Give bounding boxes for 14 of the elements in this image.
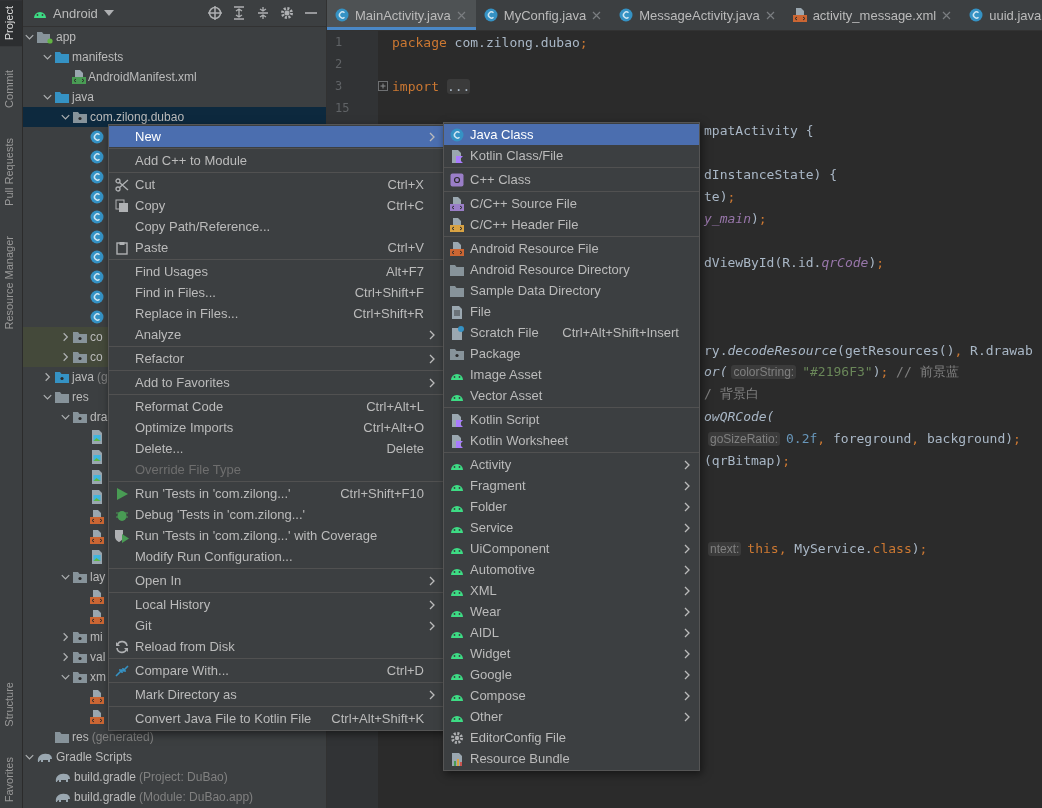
code-line: te); bbox=[704, 188, 736, 204]
code-line: ntext: this, MyService.class); bbox=[707, 540, 928, 556]
code-line: y_main); bbox=[704, 210, 767, 226]
code-line: ry.decodeResource(getResources(), R.drawab bbox=[704, 342, 1033, 358]
code-line: import ... bbox=[392, 78, 471, 94]
code-line: (qrBitmap); bbox=[704, 452, 791, 468]
code-line: mpatActivity { bbox=[704, 122, 814, 138]
code-line: goSizeRatio: 0.2f, foreground, background); bbox=[707, 430, 1021, 446]
code-line: package com.zilong.dubao; bbox=[392, 34, 588, 50]
code-line: or( colorString: "#2196F3"); // 前景蓝 bbox=[704, 363, 959, 381]
code-line: dViewById(R.id.qrCode); bbox=[704, 254, 885, 270]
code-line: dInstanceState) { bbox=[704, 166, 838, 182]
code-line: owQRCode( bbox=[704, 408, 775, 424]
code-line: / 背景白 bbox=[704, 385, 759, 403]
